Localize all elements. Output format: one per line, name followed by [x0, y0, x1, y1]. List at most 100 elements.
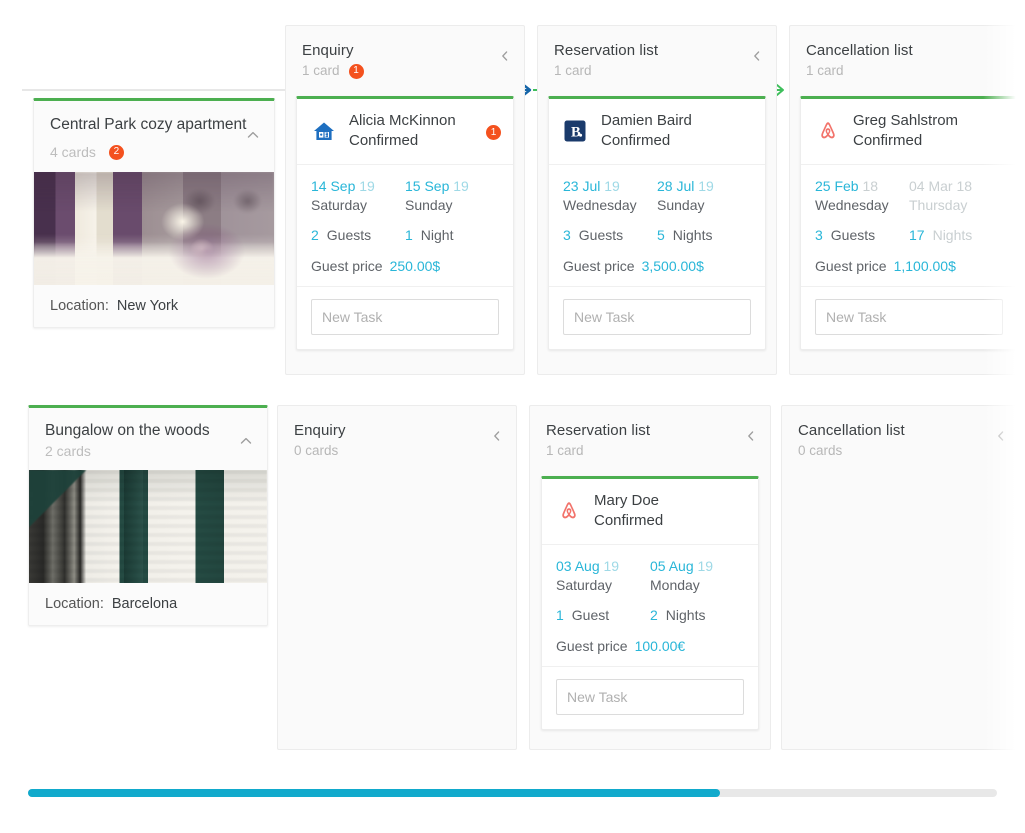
list-card-count: 1 card — [554, 63, 592, 78]
reservation-status: Confirmed — [601, 132, 671, 149]
property-badge-count: 2 — [108, 144, 124, 160]
chevron-left-icon[interactable] — [499, 50, 511, 62]
reservation-dates: 03 Aug 19 Saturday 05 Aug 19 Monday — [556, 557, 744, 595]
list-title: Enquiry — [302, 42, 354, 59]
reservation-card-header: Greg Sahlstrom Confirmed — [801, 99, 1017, 165]
list-title: Enquiry — [294, 422, 346, 439]
checkout-year: 19 — [453, 178, 469, 194]
checkin-year: 19 — [603, 558, 620, 574]
list-title: Reservation list — [554, 42, 659, 59]
checkout-year: 19 — [697, 558, 714, 574]
new-task-wrapper — [549, 286, 765, 349]
checkout-column: 28 Jul 19 Sunday — [657, 177, 751, 215]
new-task-input[interactable] — [311, 299, 499, 335]
location-label: Location: — [50, 298, 109, 314]
reservation-card-header: B Damien Baird Confirmed — [549, 99, 765, 165]
nights-label: Nights — [932, 227, 973, 243]
chevron-up-icon[interactable] — [239, 434, 253, 448]
guest-price-row: Guest price 250.00$ — [311, 256, 499, 276]
reservation-card-body: 14 Sep 19 Saturday 15 Sep 19 Sunday 2 Gue… — [297, 165, 513, 286]
new-task-input[interactable] — [815, 299, 1003, 335]
board-page: Central Park cozy apartment 4 cards 2 Lo… — [0, 0, 1025, 833]
property-name: Bungalow on the woods — [45, 422, 210, 439]
guests-number: 3 — [563, 227, 571, 243]
list-title: Reservation list — [546, 422, 651, 439]
checkin-weekday: Saturday — [556, 577, 613, 593]
chevron-left-icon[interactable] — [995, 430, 1007, 442]
chevron-left-icon[interactable] — [745, 430, 757, 442]
checkout-column: 04 Mar 18 Thursday — [909, 177, 1003, 215]
property-card-central-park[interactable]: Central Park cozy apartment 4 cards 2 Lo… — [33, 98, 275, 328]
reservation-card-damien-baird[interactable]: B Damien Baird Confirmed 23 Jul 19 Wedne… — [548, 96, 766, 350]
checkin-date: 03 Aug 19 — [556, 557, 650, 576]
list-header: Enquiry 0 cards — [278, 406, 516, 470]
reservation-card-header: Mary Doe Confirmed — [542, 479, 758, 545]
list-subtitle-row: 1 card 1 — [302, 62, 508, 80]
guest-price-label: Guest price — [556, 638, 628, 654]
list-badge-count: 1 — [348, 63, 364, 79]
location-value: Barcelona — [111, 596, 178, 612]
property-location: Location: Barcelona — [29, 583, 267, 625]
guest-price-row: Guest price 1,100.00$ — [815, 256, 1003, 276]
guests-number: 3 — [815, 227, 823, 243]
guests-label: Guest — [571, 607, 610, 623]
guests-number: 2 — [311, 227, 319, 243]
airbnb-icon — [815, 118, 841, 144]
list-header: Reservation list 1 card — [530, 406, 770, 470]
checkout-date: 04 Mar 18 — [909, 177, 1003, 196]
reservation-card-greg-sahlstrom[interactable]: Greg Sahlstrom Confirmed 25 Feb 18 Wedne… — [800, 96, 1018, 350]
reservation-card-mary-doe[interactable]: Mary Doe Confirmed 03 Aug 19 Saturday 05… — [541, 476, 759, 730]
checkin-column: 03 Aug 19 Saturday — [556, 557, 650, 595]
new-task-wrapper — [542, 666, 758, 729]
list-header: Cancellation list 1 card — [790, 26, 1025, 90]
checkout-column: 15 Sep 19 Sunday — [405, 177, 499, 215]
checkin-column: 25 Feb 18 Wednesday — [815, 177, 909, 215]
list-column-enquiry-row2: Enquiry 0 cards — [277, 405, 517, 750]
guests-count: 3 Guests — [815, 225, 909, 245]
chevron-left-icon[interactable] — [491, 430, 503, 442]
guest-name: Damien Baird — [601, 112, 692, 129]
list-column-cancellation-row2: Cancellation list 0 cards — [781, 405, 1021, 750]
nights-count: 2 Nights — [650, 605, 744, 625]
list-card-count: 1 card — [806, 63, 844, 78]
list-card-count: 0 cards — [798, 443, 843, 458]
list-title: Cancellation list — [798, 422, 905, 439]
checkout-date: 28 Jul 19 — [657, 177, 751, 196]
property-card-count-row: 2 cards — [45, 443, 251, 459]
guests-count: 3 Guests — [563, 225, 657, 245]
checkout-daymonth: 04 Mar — [909, 178, 953, 194]
checkin-date: 14 Sep 19 — [311, 177, 405, 196]
checkin-year: 19 — [604, 178, 620, 194]
chevron-up-icon[interactable] — [246, 128, 260, 142]
checkout-weekday: Sunday — [657, 197, 705, 213]
checkout-daymonth: 28 Jul — [657, 178, 695, 194]
new-task-input[interactable] — [563, 299, 751, 335]
checkin-year: 19 — [359, 178, 375, 194]
list-header: Cancellation list 0 cards — [782, 406, 1020, 470]
property-card-header: Bungalow on the woods 2 cards — [29, 408, 267, 470]
property-card-bungalow[interactable]: Bungalow on the woods 2 cards Location: B… — [28, 405, 268, 626]
nights-label: Nights — [665, 607, 706, 623]
reservation-badge-count: 1 — [486, 125, 501, 140]
reservation-status: Confirmed — [853, 132, 923, 149]
checkin-weekday: Wednesday — [815, 197, 889, 213]
svg-text:B: B — [571, 125, 581, 141]
horizontal-scrollbar-thumb[interactable] — [28, 789, 720, 797]
guest-name: Greg Sahlstrom — [853, 112, 959, 129]
property-card-header: Central Park cozy apartment 4 cards 2 — [34, 101, 274, 172]
property-card-count: 4 cards — [50, 144, 96, 160]
guests-count: 2 Guests — [311, 225, 405, 245]
reservation-counts: 2 Guests 1 Night — [311, 225, 499, 245]
checkin-weekday: Wednesday — [563, 197, 637, 213]
reservation-status: Confirmed — [594, 512, 664, 529]
new-task-input[interactable] — [556, 679, 744, 715]
chevron-left-icon[interactable] — [751, 50, 763, 62]
checkin-date: 23 Jul 19 — [563, 177, 657, 196]
list-card-count: 1 card — [546, 443, 584, 458]
reservation-card-alicia-mckinnon[interactable]: Alicia McKinnon Confirmed 1 14 Sep 19 Sa… — [296, 96, 514, 350]
nights-label: Night — [420, 227, 454, 243]
reservation-guest-block: Mary Doe Confirmed — [594, 491, 663, 531]
guest-price-label: Guest price — [311, 258, 383, 274]
horizontal-scrollbar-track[interactable] — [28, 789, 997, 797]
checkin-daymonth: 23 Jul — [563, 178, 601, 194]
